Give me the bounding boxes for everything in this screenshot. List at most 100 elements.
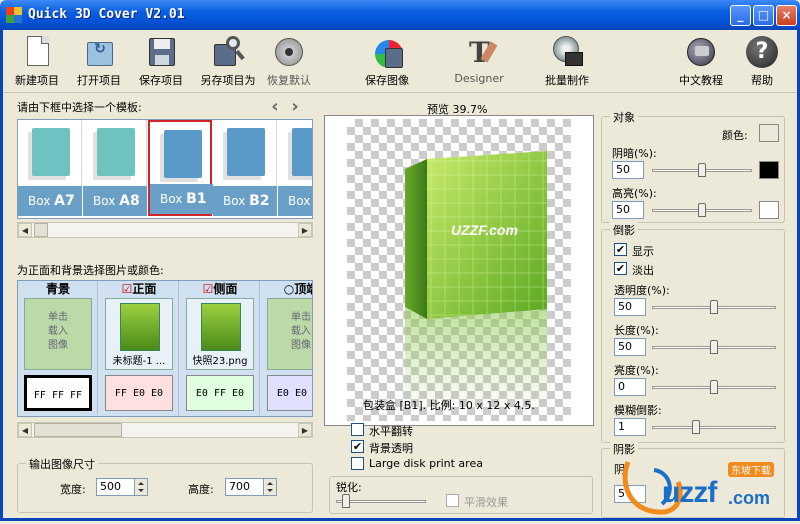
object-color-swatch[interactable] [759, 124, 779, 142]
designer-button[interactable]: T Designer [451, 34, 507, 85]
blur-input[interactable]: 1 [614, 418, 646, 436]
image-enable-checkbox[interactable]: ☑ [203, 282, 214, 296]
brightness-color-swatch[interactable] [759, 201, 779, 219]
transparent-background: UZZF.com [347, 119, 571, 421]
darkness-input[interactable]: 50 [612, 161, 644, 179]
image-slot[interactable]: 单击 载入 图像 [267, 298, 312, 370]
new-project-button[interactable]: 新建项目 [9, 34, 65, 88]
brightness-slider[interactable] [652, 200, 752, 220]
batch-make-button[interactable]: 批量制作 [539, 34, 595, 88]
chevron-left-icon: ‹ [271, 96, 279, 117]
template-scroll-thumb[interactable] [34, 223, 48, 237]
width-label: 宽度: [60, 483, 86, 496]
show-reflection-checkbox[interactable]: ✔ [614, 243, 627, 256]
box-brand-text: UZZF.com [451, 222, 518, 238]
image-column-title: 侧面 [213, 282, 238, 296]
maximize-button[interactable]: □ [753, 5, 774, 26]
chinese-tutorial-button[interactable]: 中文教程 [673, 34, 729, 88]
restore-default-label: 恢复默认 [267, 74, 311, 87]
image-enable-radio[interactable]: ○ [284, 282, 294, 296]
template-item[interactable]: Box B1 [148, 120, 214, 216]
scroll-left-icon[interactable]: ◀ [18, 223, 32, 237]
template-caption-prefix: Box [223, 194, 250, 208]
fade-reflection-checkbox[interactable]: ✔ [614, 262, 627, 275]
object-color-label: 颜色: [722, 129, 748, 142]
save-image-button[interactable]: 保存图像 [359, 34, 415, 88]
minimize-button[interactable]: _ [730, 5, 751, 26]
images-scroll-thumb[interactable] [34, 423, 122, 437]
darkness-slider-knob[interactable] [698, 163, 706, 177]
height-spinner[interactable] [263, 478, 277, 496]
sharpen-slider-knob[interactable] [342, 494, 350, 508]
tutorial-icon [683, 34, 719, 70]
darkness-color-swatch[interactable] [759, 161, 779, 179]
template-caption-prefix: Box [93, 194, 120, 208]
save-image-icon [369, 34, 405, 70]
smooth-checkbox[interactable] [446, 494, 459, 507]
help-icon: ? [744, 34, 780, 70]
object-title: 对象 [610, 109, 638, 125]
restore-default-button[interactable]: 恢复默认 [261, 34, 317, 88]
template-box-icon [292, 128, 312, 176]
brightness-slider-knob[interactable] [698, 203, 706, 217]
template-scrollbar[interactable]: ◀ ▶ [17, 222, 313, 238]
flip-horizontal-checkbox[interactable] [351, 423, 364, 436]
height-input[interactable]: 700 [225, 478, 265, 496]
prev-template-button[interactable]: ‹ [268, 96, 282, 117]
transparency-slider-knob[interactable] [710, 300, 718, 314]
transparency-slider[interactable] [652, 297, 776, 317]
image-color-box[interactable]: E0 FF E0 [186, 375, 254, 411]
transparent-bg-checkbox[interactable]: ✔ [351, 440, 364, 453]
reflection-brightness-slider-knob[interactable] [710, 380, 718, 394]
template-caption-code: A7 [54, 193, 75, 209]
image-selection-panel: 青景 单击 载入 图像 FF FF FF ☑正面 未标题-1 ... FF E0 E0 ☑侧… [17, 280, 313, 417]
template-item[interactable]: Box A8 [83, 120, 147, 216]
template-item[interactable]: Box A7 [18, 120, 82, 216]
designer-label: Designer [454, 72, 504, 85]
image-column-title: 正面 [132, 282, 157, 296]
image-slot[interactable]: 单击 载入 图像 [24, 298, 92, 370]
image-color-box[interactable]: FF E0 E0 [105, 375, 173, 411]
blur-slider[interactable] [652, 417, 776, 437]
save-project-as-button[interactable]: 另存项目为 [195, 34, 261, 88]
blur-slider-knob[interactable] [692, 420, 700, 434]
image-slot[interactable]: 快照23.png [186, 298, 254, 370]
width-spinner[interactable] [134, 478, 148, 496]
close-button[interactable]: × [776, 5, 797, 26]
brightness-input[interactable]: 50 [612, 201, 644, 219]
template-item[interactable]: Box [278, 120, 312, 216]
reflection-brightness-input[interactable]: 0 [614, 378, 646, 396]
scroll-right-icon[interactable]: ▶ [298, 223, 312, 237]
images-label: 为正面和背景选择图片或颜色: [17, 264, 164, 277]
open-project-button[interactable]: ↻ 打开项目 [71, 34, 127, 88]
transparency-input[interactable]: 50 [614, 298, 646, 316]
width-input[interactable]: 500 [96, 478, 136, 496]
scroll-left-icon[interactable]: ◀ [18, 423, 32, 437]
template-caption: Box [278, 186, 312, 216]
images-scrollbar[interactable]: ◀ ▶ [17, 422, 313, 438]
image-color-box[interactable]: FF FF FF [24, 375, 92, 411]
image-color-box[interactable]: E0 E0 FF [267, 375, 312, 411]
darkness-slider[interactable] [652, 160, 752, 180]
image-column: ☑侧面快照23.png E0 FF E0 [180, 281, 260, 415]
length-input[interactable]: 50 [614, 338, 646, 356]
transparency-label: 透明度(%): [614, 284, 670, 297]
image-column: 青景 单击 载入 图像 FF FF FF [18, 281, 98, 415]
save-project-button[interactable]: 保存项目 [133, 34, 189, 88]
app-icon [6, 7, 22, 23]
template-item[interactable]: Box B2 [213, 120, 277, 216]
sharpen-slider[interactable] [336, 491, 426, 511]
scroll-right-icon[interactable]: ▶ [298, 423, 312, 437]
length-slider-knob[interactable] [710, 340, 718, 354]
image-slot[interactable]: 未标题-1 ... [105, 298, 173, 370]
smooth-label: 平滑效果 [464, 496, 508, 509]
large-disk-checkbox[interactable] [351, 457, 364, 470]
help-button[interactable]: ? 帮助 [737, 34, 787, 88]
image-column-header: ○顶端 [261, 281, 312, 297]
next-template-button[interactable]: › [288, 96, 302, 117]
reflection-brightness-slider[interactable] [652, 377, 776, 397]
transparent-bg-label: 背景透明 [369, 442, 413, 455]
image-color-text: FF FF FF [33, 390, 83, 401]
image-enable-checkbox[interactable]: ☑ [122, 282, 133, 296]
length-slider[interactable] [652, 337, 776, 357]
